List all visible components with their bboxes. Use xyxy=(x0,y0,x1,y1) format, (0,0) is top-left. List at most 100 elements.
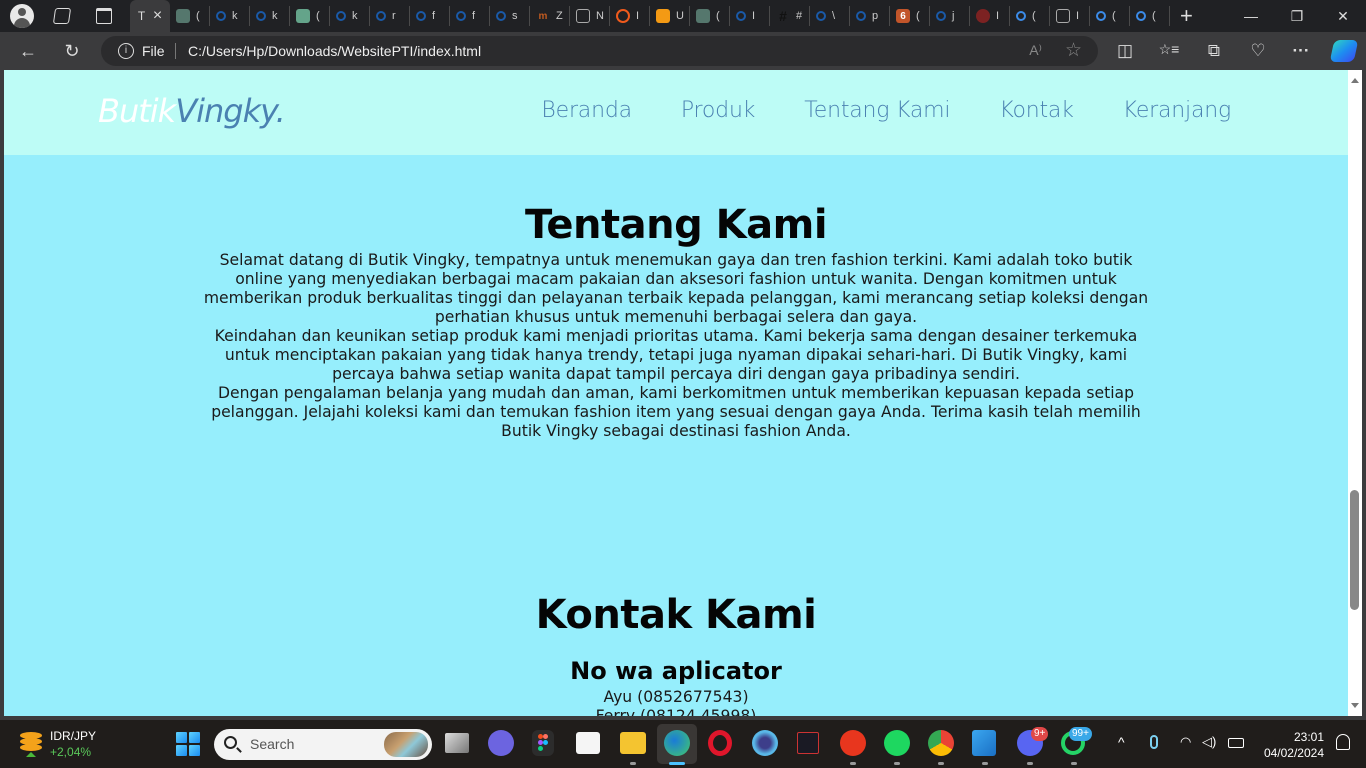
browser-tab[interactable]: s xyxy=(490,6,530,26)
browser-tab[interactable]: k xyxy=(210,6,250,26)
restore-button[interactable]: ❐ xyxy=(1274,0,1320,32)
page-icon xyxy=(576,9,590,23)
tab-title: p xyxy=(872,10,879,22)
tab-title: ( xyxy=(1032,10,1036,22)
edge-icon[interactable] xyxy=(664,730,690,756)
search-icon xyxy=(736,11,746,21)
address-bar[interactable]: i File C:/Users/Hp/Downloads/WebsitePTI/… xyxy=(101,36,1098,66)
spotify-icon[interactable] xyxy=(884,730,910,756)
back-icon[interactable]: ← xyxy=(17,40,39,62)
site-logo[interactable]: ButikVingky. xyxy=(98,92,286,130)
search-icon xyxy=(224,736,237,749)
minimize-button[interactable]: — xyxy=(1228,0,1274,32)
browser-tab[interactable]: N xyxy=(570,6,610,26)
teams-meet-icon[interactable] xyxy=(488,730,514,756)
split-screen-icon[interactable]: ◫ xyxy=(1114,41,1136,61)
browser-tab[interactable]: k xyxy=(330,6,370,26)
page-scrollbar[interactable] xyxy=(1348,70,1362,716)
active-tab[interactable]: T × xyxy=(130,0,170,32)
file-explorer-icon[interactable] xyxy=(620,732,646,754)
tab-title: s xyxy=(512,10,518,22)
browser-tab[interactable]: f xyxy=(450,6,490,26)
url-text[interactable]: C:/Users/Hp/Downloads/WebsitePTI/index.h… xyxy=(188,43,481,59)
browser-tab[interactable]: I xyxy=(730,6,770,26)
search-icon xyxy=(816,11,826,21)
opera-icon[interactable] xyxy=(708,730,732,756)
browser-tab[interactable]: ( xyxy=(1130,6,1170,26)
nav-beranda[interactable]: Beranda xyxy=(541,98,632,123)
figma-icon[interactable] xyxy=(532,730,554,756)
new-tab-button[interactable]: + xyxy=(1180,3,1193,29)
taskbar-search[interactable]: Search xyxy=(214,729,432,760)
volume-icon[interactable]: ◁) xyxy=(1202,734,1216,750)
nav-produk[interactable]: Produk xyxy=(681,98,756,123)
tab-title: f xyxy=(432,10,436,22)
tab-title: k xyxy=(232,10,238,22)
wifi-icon[interactable]: ◠ xyxy=(1180,734,1191,750)
browser-essentials-icon[interactable]: ♡ xyxy=(1247,41,1269,61)
browser-tab[interactable]: p xyxy=(850,6,890,26)
chrome-icon[interactable] xyxy=(928,730,954,756)
browser-tab[interactable]: ( xyxy=(290,6,330,26)
tab-title: r xyxy=(392,10,396,22)
scroll-down-arrow-icon[interactable] xyxy=(1351,703,1359,708)
browser-tab[interactable]: ( xyxy=(1010,6,1050,26)
widget-title[interactable]: IDR/JPY xyxy=(50,729,96,743)
site-info-icon[interactable]: i xyxy=(118,43,134,59)
contact-subtitle: No wa aplicator xyxy=(570,657,782,685)
wps-office-icon[interactable] xyxy=(840,730,866,756)
clock-time: 23:01 xyxy=(1293,730,1324,744)
nav-tentang-kami[interactable]: Tentang Kami xyxy=(804,98,950,123)
browser-tab[interactable]: r xyxy=(370,6,410,26)
tab-actions-icon[interactable] xyxy=(96,8,112,24)
show-hidden-icons-chevron-icon[interactable]: ^ xyxy=(1118,734,1125,750)
scroll-up-arrow-icon[interactable] xyxy=(1351,78,1359,83)
browser-tab[interactable]: j xyxy=(930,6,970,26)
search-icon xyxy=(1096,11,1106,21)
add-favorite-icon[interactable]: ☆ xyxy=(1065,39,1082,62)
browser-tab[interactable]: ( xyxy=(1090,6,1130,26)
tab-title: ( xyxy=(916,10,920,22)
currency-widget-icon[interactable] xyxy=(20,732,42,757)
more-menu-icon[interactable]: ··· xyxy=(1290,41,1312,61)
nav-keranjang[interactable]: Keranjang xyxy=(1123,98,1231,123)
running-indicator xyxy=(1071,762,1077,765)
browser-tab[interactable]: # # xyxy=(770,6,810,26)
vscode-icon[interactable] xyxy=(972,730,996,756)
browser-tab[interactable]: mZ xyxy=(530,6,570,26)
start-button-icon[interactable] xyxy=(176,732,200,756)
system-clock[interactable]: 23:01 04/02/2024 xyxy=(1264,729,1324,761)
workspaces-icon[interactable] xyxy=(52,8,72,24)
microsoft-store-icon[interactable] xyxy=(576,732,600,754)
browser-tab[interactable]: I xyxy=(610,6,650,26)
contact-title: Kontak Kami xyxy=(535,592,817,638)
search-placeholder: Search xyxy=(250,736,295,752)
scroll-thumb[interactable] xyxy=(1350,489,1359,610)
task-view-icon[interactable] xyxy=(445,733,469,753)
refresh-icon[interactable]: ↻ xyxy=(61,40,83,62)
six-icon: 6 xyxy=(896,9,910,23)
browser-tab[interactable]: I xyxy=(970,6,1010,26)
microphone-icon[interactable] xyxy=(1150,735,1158,749)
browser-tab[interactable]: k xyxy=(250,6,290,26)
profile-avatar-icon[interactable] xyxy=(10,4,34,28)
widget-value[interactable]: +2,04% xyxy=(50,745,91,759)
favorites-icon[interactable]: ☆≡ xyxy=(1158,41,1180,58)
battery-icon[interactable] xyxy=(1228,738,1244,748)
browser-tab[interactable]: U xyxy=(650,6,690,26)
browser-tab[interactable]: \ xyxy=(810,6,850,26)
browser-tab[interactable]: 6( xyxy=(890,6,930,26)
tab-title: ( xyxy=(1152,10,1156,22)
valorant-icon[interactable] xyxy=(797,732,819,754)
browser-tab[interactable]: ( xyxy=(170,6,210,26)
read-aloud-icon[interactable]: A⁾ xyxy=(1029,42,1042,59)
browser-tab[interactable]: ( xyxy=(690,6,730,26)
game-launcher-icon[interactable] xyxy=(752,730,778,756)
browser-tab[interactable]: I xyxy=(1050,6,1090,26)
notifications-bell-icon[interactable] xyxy=(1336,734,1350,750)
collections-icon[interactable]: ⧉ xyxy=(1203,41,1225,61)
browser-tab[interactable]: f xyxy=(410,6,450,26)
nav-kontak[interactable]: Kontak xyxy=(999,98,1074,123)
close-tab-icon[interactable]: × xyxy=(153,7,162,25)
close-window-button[interactable]: ✕ xyxy=(1320,0,1366,32)
